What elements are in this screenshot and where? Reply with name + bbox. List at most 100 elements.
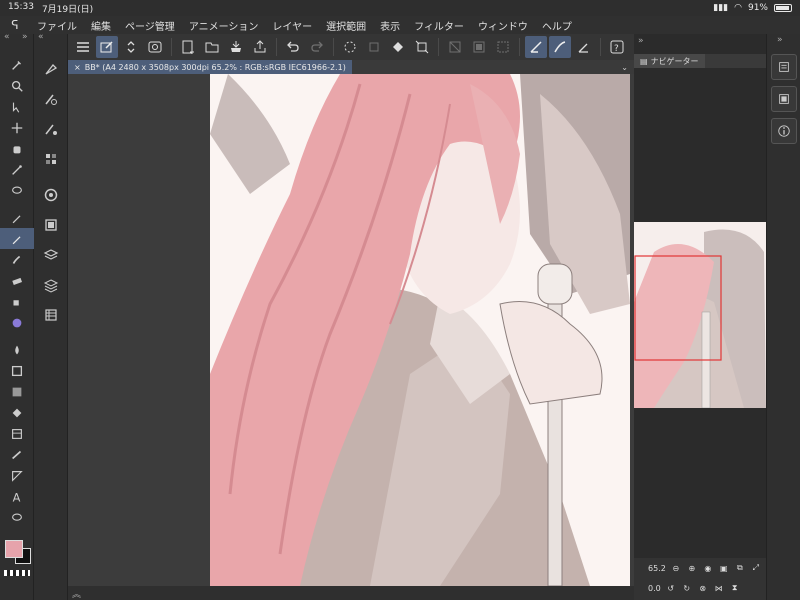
fit-icon[interactable]: ◉ [702,562,714,574]
app-logo-icon[interactable]: ᕋ [0,18,30,32]
move-icon[interactable] [0,117,34,138]
eraser-icon[interactable] [0,270,34,291]
new-file-icon[interactable] [177,36,199,58]
export-icon[interactable] [249,36,271,58]
flip-horizontal-icon[interactable]: ⋈ [713,582,725,594]
menu-file[interactable]: ファイル [30,18,84,33]
fill-icon[interactable] [387,36,409,58]
rotate-right-icon[interactable]: ↻ [681,582,693,594]
fit-screen-icon[interactable]: ⧉ [734,562,746,574]
material-icon[interactable] [34,270,68,300]
rectangle-icon[interactable] [0,360,34,381]
curve-ruler-icon[interactable] [0,465,34,486]
reset-rotation-icon[interactable]: ⊗ [697,582,709,594]
transparent-color-swatch[interactable] [4,570,30,576]
expand-up-icon[interactable]: ︽ [72,587,81,600]
layer-property-icon[interactable] [34,210,68,240]
zoom-value[interactable]: 65.2 [648,564,666,573]
pencil-icon[interactable] [0,228,34,249]
menu-filter[interactable]: フィルター [407,18,471,33]
tool-property-icon[interactable] [34,84,68,114]
clear-outside-icon[interactable] [468,36,490,58]
undo-icon[interactable] [282,36,304,58]
snap-ruler-icon[interactable] [525,36,547,58]
bucket-icon[interactable] [0,402,34,423]
navigator-preview[interactable] [634,222,766,408]
color-set-icon[interactable] [34,144,68,174]
fullscreen-icon[interactable]: ⤢ [750,562,762,574]
blend-icon[interactable] [0,312,34,333]
menu-help[interactable]: ヘルプ [535,18,579,33]
menu-view[interactable]: 表示 [373,18,407,33]
flip-vertical-icon[interactable]: ⧗ [729,582,741,594]
hand-icon[interactable] [0,138,34,159]
fill-drop-icon[interactable] [0,339,34,360]
wifi-icon: ◠ [734,3,742,13]
collapse-panel-icon[interactable]: » [638,36,644,46]
info-icon[interactable] [771,118,797,144]
menu-edit[interactable]: 編集 [84,18,118,33]
rotation-value[interactable]: 0.0 [648,584,661,593]
pen-icon[interactable] [0,207,34,228]
gradient-icon[interactable] [0,381,34,402]
transform-icon[interactable] [411,36,433,58]
menu-selection[interactable]: 選択範囲 [319,18,373,33]
magic-wand-icon[interactable] [0,159,34,180]
battery-percent: 91% [747,3,768,13]
document-tab[interactable]: × BB* (A4 2480 x 3508px 300dpi 65.2% : R… [68,60,352,74]
snap-special-ruler-icon[interactable] [549,36,571,58]
brush-size-icon[interactable] [34,114,68,144]
actual-size-icon[interactable]: ▣ [718,562,730,574]
document-title: BB* (A4 2480 x 3508px 300dpi 65.2% : RGB… [84,62,346,72]
speech-balloon-icon[interactable] [0,507,34,528]
collapse-subtools-icon[interactable]: « [38,32,44,42]
text-icon[interactable]: A [0,486,34,507]
menu-window[interactable]: ウィンドウ [471,18,535,33]
zoom-out-icon[interactable]: ⊖ [670,562,682,574]
help-icon[interactable]: ? [606,36,628,58]
menu-hamburger-icon[interactable] [72,36,94,58]
color-wheel-icon[interactable] [34,180,68,210]
panel-stack-icon[interactable] [771,54,797,80]
sub-tool-icon[interactable] [34,54,68,84]
artwork-canvas[interactable] [210,74,630,586]
frame-icon[interactable] [0,423,34,444]
collapse-left-icon[interactable]: « [4,32,10,42]
zoom-icon[interactable] [0,75,34,96]
stamp-icon[interactable] [363,36,385,58]
menu-layer[interactable]: レイヤー [265,18,319,33]
signal-icon: ▮▮▮ [713,3,729,13]
collapse-right-icon[interactable]: » [777,35,783,45]
ruler-icon[interactable] [0,444,34,465]
layer-icon[interactable] [34,240,68,270]
save-icon[interactable] [225,36,247,58]
zoom-in-icon[interactable]: ⊕ [686,562,698,574]
deselect-icon[interactable] [492,36,514,58]
navigator-tab[interactable]: ▤ ナビゲーター [634,54,705,68]
chevron-down-icon[interactable]: ⌄ [621,63,634,72]
foreground-color-swatch[interactable] [5,540,23,558]
snap-grid-icon[interactable] [573,36,595,58]
timeline-icon[interactable] [34,300,68,330]
collapse-tools-icon[interactable]: » [22,32,28,42]
status-date: 7月19日(日) [41,4,94,15]
redo-icon[interactable] [306,36,328,58]
toolbar-up-down-icon[interactable] [120,36,142,58]
clear-icon[interactable] [444,36,466,58]
edit-toolbar-icon[interactable] [96,36,118,58]
lasso-icon[interactable] [0,180,34,201]
close-icon[interactable]: × [74,63,81,72]
companion-icon[interactable] [144,36,166,58]
open-folder-icon[interactable] [201,36,223,58]
operation-icon[interactable] [0,96,34,117]
eyedropper-icon[interactable] [0,54,34,75]
navigator-icon: ▤ [640,56,648,66]
menu-animation[interactable]: アニメーション [182,18,266,33]
rotate-left-icon[interactable]: ↺ [665,582,677,594]
brush-icon[interactable] [0,249,34,270]
panel-window-icon[interactable] [771,86,797,112]
airbrush-icon[interactable] [0,291,34,312]
menu-page[interactable]: ページ管理 [118,18,182,33]
color-indicator[interactable] [3,538,33,566]
loading-icon[interactable] [339,36,361,58]
